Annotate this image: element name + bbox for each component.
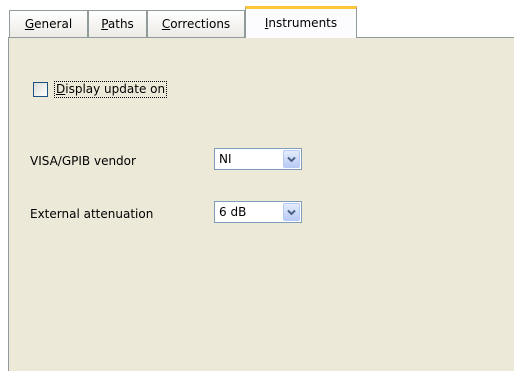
visa-vendor-label: VISA/GPIB vendor [30,154,136,168]
display-update-text: isplay update on [65,82,166,96]
tab-label: aths [107,17,134,31]
visa-vendor-dropdown-button[interactable] [283,150,300,168]
display-update-access-key: D [56,82,66,96]
chevron-down-icon [287,156,296,163]
display-update-checkbox[interactable] [33,82,48,97]
tab-general[interactable]: General [9,10,88,37]
tab-strip: General Paths Corrections Instruments [0,0,514,38]
instruments-panel: Display update on VISA/GPIB vendor NI Ex… [8,37,514,371]
visa-vendor-select[interactable]: NI [214,148,302,170]
tab-label: eneral [34,17,73,31]
tab-access-key: P [101,17,108,31]
visa-vendor-value: NI [219,152,232,166]
tab-access-key: C [161,17,171,31]
tab-corrections[interactable]: Corrections [147,10,245,37]
external-attenuation-label: External attenuation [30,207,154,221]
tab-paths[interactable]: Paths [88,10,147,37]
display-update-label[interactable]: Display update on [54,81,168,98]
external-attenuation-select[interactable]: 6 dB [214,201,302,223]
tab-label: nstruments [268,16,338,30]
chevron-down-icon [287,209,296,216]
external-attenuation-value: 6 dB [219,205,247,219]
external-attenuation-dropdown-button[interactable] [283,203,300,221]
tab-access-key: G [24,17,35,31]
tab-instruments[interactable]: Instruments [245,6,357,38]
tab-label: orrections [170,17,231,31]
